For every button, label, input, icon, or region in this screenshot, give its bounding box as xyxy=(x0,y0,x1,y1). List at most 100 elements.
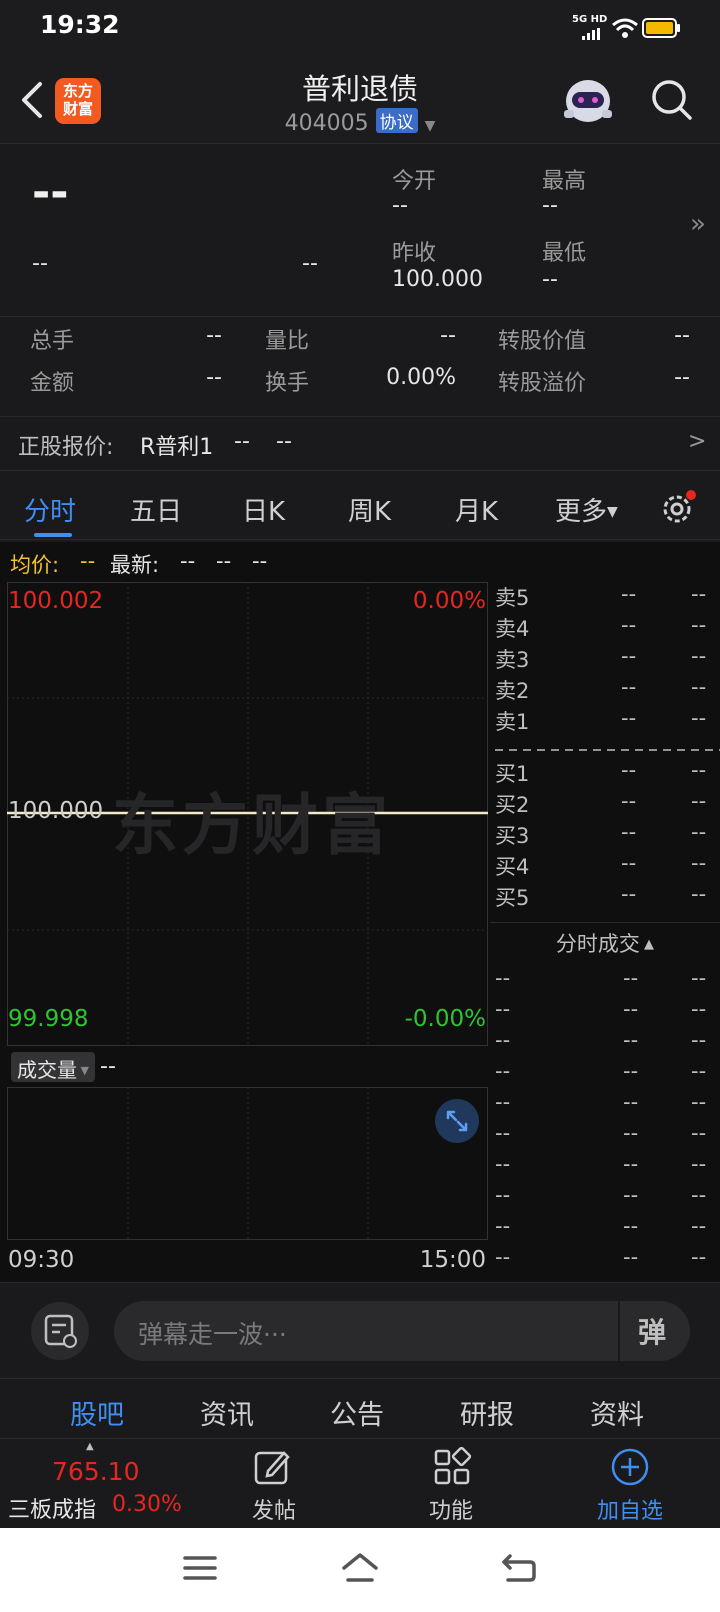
buy-level-row: 买5 -- -- xyxy=(495,882,720,912)
fullscreen-expand-icon[interactable] xyxy=(434,1098,480,1144)
danmu-toggle-icon[interactable]: 弹 xyxy=(638,1311,666,1351)
low-value: -- xyxy=(542,267,558,292)
volume-value: -- xyxy=(206,323,222,348)
volume-indicator-select[interactable]: 成交量 ▼ xyxy=(11,1052,95,1082)
index-pct: 0.30% xyxy=(112,1492,182,1517)
prev-close-value: 100.000 xyxy=(392,267,483,292)
index-value: 765.10 xyxy=(52,1457,140,1486)
open-value: -- xyxy=(392,193,408,218)
sell-level-row: 卖5 -- -- xyxy=(495,582,720,612)
conv-premium-value: -- xyxy=(674,365,690,390)
robot-assistant-icon[interactable] xyxy=(560,74,616,128)
level-volume: -- xyxy=(691,582,707,606)
post-label: 发帖 xyxy=(251,1499,296,1524)
add-watchlist-label: 加自选 xyxy=(596,1499,663,1524)
tab-more[interactable]: 更多▼ xyxy=(555,491,618,528)
tab-monthly-k[interactable]: 月K xyxy=(455,491,498,528)
input-divider xyxy=(618,1301,620,1361)
price-change-pct: -- xyxy=(302,251,318,276)
time-end-label: 15:00 xyxy=(419,1247,486,1273)
tick-row: -- -- -- xyxy=(495,1028,720,1058)
tab-news[interactable]: 资讯 xyxy=(200,1393,254,1432)
compose-note-icon[interactable] xyxy=(30,1301,90,1361)
plus-circle-icon xyxy=(611,1448,649,1486)
tick-volume: -- xyxy=(691,1152,707,1176)
tick-price: -- xyxy=(623,1152,639,1176)
underlying-name: R普利1 xyxy=(140,435,214,460)
search-icon[interactable] xyxy=(650,78,694,122)
level-label: 卖1 xyxy=(495,710,530,734)
underlying-label: 正股报价: xyxy=(18,435,114,460)
tick-row: -- -- -- xyxy=(495,1090,720,1120)
turnover-label: 换手 xyxy=(265,371,310,396)
top-pct-label: 0.00% xyxy=(412,588,486,614)
add-watchlist-button[interactable]: 加自选 xyxy=(580,1439,680,1529)
amount-label: 金额 xyxy=(30,371,75,396)
tab-intraday[interactable]: 分时 xyxy=(24,491,76,528)
tab-profile[interactable]: 资料 xyxy=(590,1393,644,1432)
time-start-label: 09:30 xyxy=(8,1247,75,1273)
danmu-input[interactable]: 弹幕走一波··· 弹 xyxy=(114,1301,690,1361)
level-price: -- xyxy=(621,582,637,606)
underlying-price: -- xyxy=(234,429,250,454)
amount-value: -- xyxy=(206,365,222,390)
tick-row: -- -- -- xyxy=(495,1059,720,1089)
action-bar: ▲ 765.10 三板成指 0.30% 发帖 功能 加自选 xyxy=(0,1438,720,1528)
home-icon[interactable] xyxy=(340,1550,380,1586)
tab-daily-k[interactable]: 日K xyxy=(242,491,285,528)
level-price: -- xyxy=(621,851,637,875)
settings-gear-icon[interactable] xyxy=(658,489,698,529)
tick-volume: -- xyxy=(691,1214,707,1238)
tick-time: -- xyxy=(495,1183,511,1207)
latest-value-3: -- xyxy=(252,549,268,573)
system-nav-bar xyxy=(0,1528,720,1612)
tab-research[interactable]: 研报 xyxy=(460,1393,514,1432)
tick-row: -- -- -- xyxy=(495,997,720,1027)
active-tab-indicator xyxy=(34,533,72,537)
level-label: 买2 xyxy=(495,793,530,817)
turnover-value: 0.00% xyxy=(386,365,456,390)
quote-panel[interactable]: -- -- -- 今开 -- 最高 -- 昨收 100.000 最低 -- » xyxy=(0,145,720,315)
tab-announcements[interactable]: 公告 xyxy=(330,1393,384,1432)
level-volume: -- xyxy=(691,758,707,782)
level-price: -- xyxy=(621,758,637,782)
caret-down-icon: ▼ xyxy=(607,504,618,520)
latest-value-1: -- xyxy=(180,549,196,573)
underlying-stock-row[interactable]: 正股报价: R普利1 -- -- > xyxy=(0,416,720,470)
tick-volume: -- xyxy=(691,1183,707,1207)
tick-time: -- xyxy=(495,1059,511,1083)
chevron-right-icon: > xyxy=(688,429,707,454)
ticks-title-row[interactable]: 分时成交 ▲ xyxy=(490,928,720,958)
tick-price: -- xyxy=(623,997,639,1021)
tick-price: -- xyxy=(623,1245,639,1269)
content-tabs: 股吧 资讯 公告 研报 资料 xyxy=(0,1378,720,1438)
avg-label: 均价: xyxy=(10,553,60,577)
conv-value-label: 转股价值 xyxy=(498,329,587,354)
post-button[interactable]: 发帖 xyxy=(232,1439,316,1529)
back-nav-icon[interactable] xyxy=(500,1550,540,1586)
level-volume: -- xyxy=(691,613,707,637)
tick-volume: -- xyxy=(691,966,707,990)
function-button[interactable]: 功能 xyxy=(406,1439,496,1529)
volume-value: -- xyxy=(100,1054,116,1079)
tab-weekly-k[interactable]: 周K xyxy=(348,491,391,528)
tick-price: -- xyxy=(623,1028,639,1052)
buy-level-row: 买1 -- -- xyxy=(495,758,720,788)
expand-arrow-icon[interactable]: » xyxy=(690,209,706,239)
mid-price-label: 100.000 xyxy=(8,798,104,824)
buy-level-row: 买4 -- -- xyxy=(495,851,720,881)
tab-guba[interactable]: 股吧 xyxy=(70,1393,124,1432)
tab-five-day[interactable]: 五日 xyxy=(130,491,182,528)
caret-down-icon: ▼ xyxy=(77,1064,89,1077)
tick-time: -- xyxy=(495,1121,511,1145)
level-price: -- xyxy=(621,882,637,906)
chevron-down-icon: ▼ xyxy=(424,118,436,134)
index-ticker[interactable]: ▲ 765.10 三板成指 0.30% xyxy=(0,1439,190,1529)
prev-close-label: 昨收 xyxy=(392,241,437,266)
price-change: -- xyxy=(32,251,48,276)
index-name: 三板成指 xyxy=(8,1498,97,1523)
edit-icon xyxy=(254,1451,290,1485)
intraday-chart[interactable]: 东方财富 100.002 0.00% 100.000 99.998 -0.00%… xyxy=(0,582,490,1282)
level-label: 卖4 xyxy=(495,617,530,641)
menu-icon[interactable] xyxy=(182,1552,218,1584)
